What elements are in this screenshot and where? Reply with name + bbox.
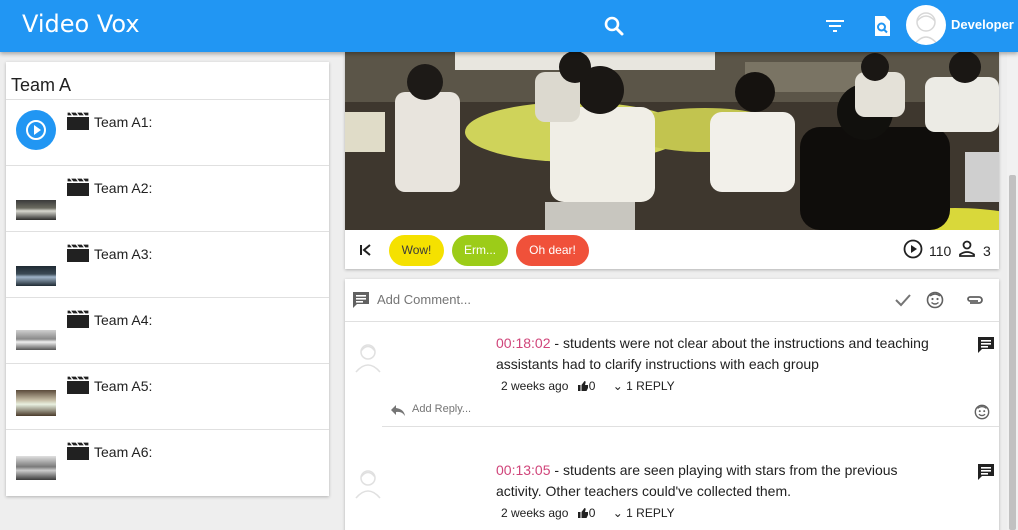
- user-name-label[interactable]: Developer: [951, 17, 1014, 32]
- clapperboard-icon: [67, 178, 89, 196]
- emoji-icon[interactable]: [974, 404, 990, 420]
- team-list-item[interactable]: Team A2:: [6, 166, 329, 232]
- video-thumbnail: [16, 456, 56, 480]
- video-frame[interactable]: [345, 52, 999, 230]
- replies-count: 1 REPLY: [626, 379, 675, 393]
- find-in-page-icon[interactable]: [870, 14, 894, 38]
- video-player-card: Wow! Erm... Oh dear! 110 3: [345, 52, 999, 269]
- app-bar: Video Vox Developer: [0, 0, 1018, 52]
- replies-count: 1 REPLY: [626, 506, 675, 520]
- comment-meta: 2 weeks ago 0 ⌄ 1 REPLY: [501, 506, 675, 520]
- comment-timecode[interactable]: 00:18:02: [496, 335, 551, 351]
- thumbs-up-icon[interactable]: [577, 508, 589, 518]
- user-avatar-icon: [355, 470, 381, 499]
- attachment-icon[interactable]: [965, 291, 985, 309]
- team-item-label: Team A6:: [94, 444, 153, 460]
- clapperboard-icon: [67, 442, 89, 460]
- comment-age: 2 weeks ago: [501, 379, 569, 393]
- team-item-label: Team A1:: [94, 114, 153, 130]
- add-comment-input[interactable]: [377, 292, 777, 307]
- comment-icon: [353, 292, 369, 308]
- clapperboard-icon: [67, 244, 89, 262]
- team-title: Team A: [11, 75, 72, 95]
- clapperboard-icon: [67, 112, 89, 130]
- reaction-erm-button[interactable]: Erm...: [452, 235, 508, 266]
- team-item-label: Team A5:: [94, 378, 153, 394]
- app-title[interactable]: Video Vox: [22, 10, 140, 38]
- comment-meta: 2 weeks ago 0 ⌄ 1 REPLY: [501, 379, 675, 393]
- comment-timecode[interactable]: 00:13:05: [496, 462, 551, 478]
- add-reply-row: [382, 400, 999, 427]
- comment-age: 2 weeks ago: [501, 506, 569, 520]
- reaction-oh-dear-button[interactable]: Oh dear!: [516, 235, 589, 266]
- like-count: 0: [588, 379, 596, 393]
- reply-comment-icon[interactable]: [977, 336, 995, 354]
- team-list-item[interactable]: Team A5:: [6, 364, 329, 430]
- replies-toggle[interactable]: ⌄ 1 REPLY: [613, 506, 675, 520]
- avatar-face-icon: [913, 12, 939, 45]
- team-list-item[interactable]: Team A1:: [6, 100, 329, 166]
- user-avatar[interactable]: [906, 5, 946, 45]
- team-item-label: Team A2:: [94, 180, 153, 196]
- emoji-icon[interactable]: [926, 291, 944, 309]
- team-list-panel: Team A Team A1: Team A2: Team A3: Team A…: [6, 62, 329, 496]
- clapperboard-icon: [67, 310, 89, 328]
- search-icon[interactable]: [602, 14, 626, 38]
- replies-toggle[interactable]: ⌄ 1 REPLY: [613, 379, 675, 393]
- add-reply-input[interactable]: [412, 403, 712, 415]
- filter-icon[interactable]: [823, 14, 847, 38]
- play-circle-icon[interactable]: [16, 110, 56, 150]
- play-circle-outline-icon: [903, 239, 923, 259]
- reaction-wow-button[interactable]: Wow!: [389, 235, 444, 266]
- scrollbar-thumb[interactable]: [1009, 175, 1016, 530]
- reply-comment-icon[interactable]: [977, 463, 995, 481]
- skip-previous-icon[interactable]: [355, 240, 375, 260]
- viewers-count: 3: [983, 243, 991, 259]
- reply-arrow-icon: [391, 405, 405, 416]
- team-list-item[interactable]: Team A6:: [6, 430, 329, 496]
- comment-body: - students were not clear about the inst…: [496, 335, 929, 372]
- thumbs-up-icon[interactable]: [577, 381, 589, 391]
- check-icon[interactable]: [894, 291, 912, 309]
- views-count: 110: [929, 243, 952, 259]
- team-item-label: Team A4:: [94, 312, 153, 328]
- video-thumbnail: [16, 390, 56, 416]
- video-thumbnail: [16, 330, 56, 350]
- add-comment-row: [345, 279, 999, 322]
- team-list-item[interactable]: Team A3:: [6, 232, 329, 298]
- comment-text: 00:13:05 - students are seen playing wit…: [496, 460, 946, 502]
- video-thumbnail: [16, 200, 56, 220]
- person-outline-icon: [959, 240, 975, 257]
- video-thumbnail: [16, 266, 56, 286]
- clapperboard-icon: [67, 376, 89, 394]
- comment-body: - students are seen playing with stars f…: [496, 462, 898, 499]
- comments-card: 00:18:02 - students were not clear about…: [345, 279, 999, 530]
- comment-text: 00:18:02 - students were not clear about…: [496, 333, 946, 375]
- user-avatar-icon: [355, 344, 381, 373]
- team-item-label: Team A3:: [94, 246, 153, 262]
- player-controls: Wow! Erm... Oh dear! 110 3: [345, 230, 999, 269]
- like-count: 0: [588, 506, 596, 520]
- team-list-item[interactable]: Team A4:: [6, 298, 329, 364]
